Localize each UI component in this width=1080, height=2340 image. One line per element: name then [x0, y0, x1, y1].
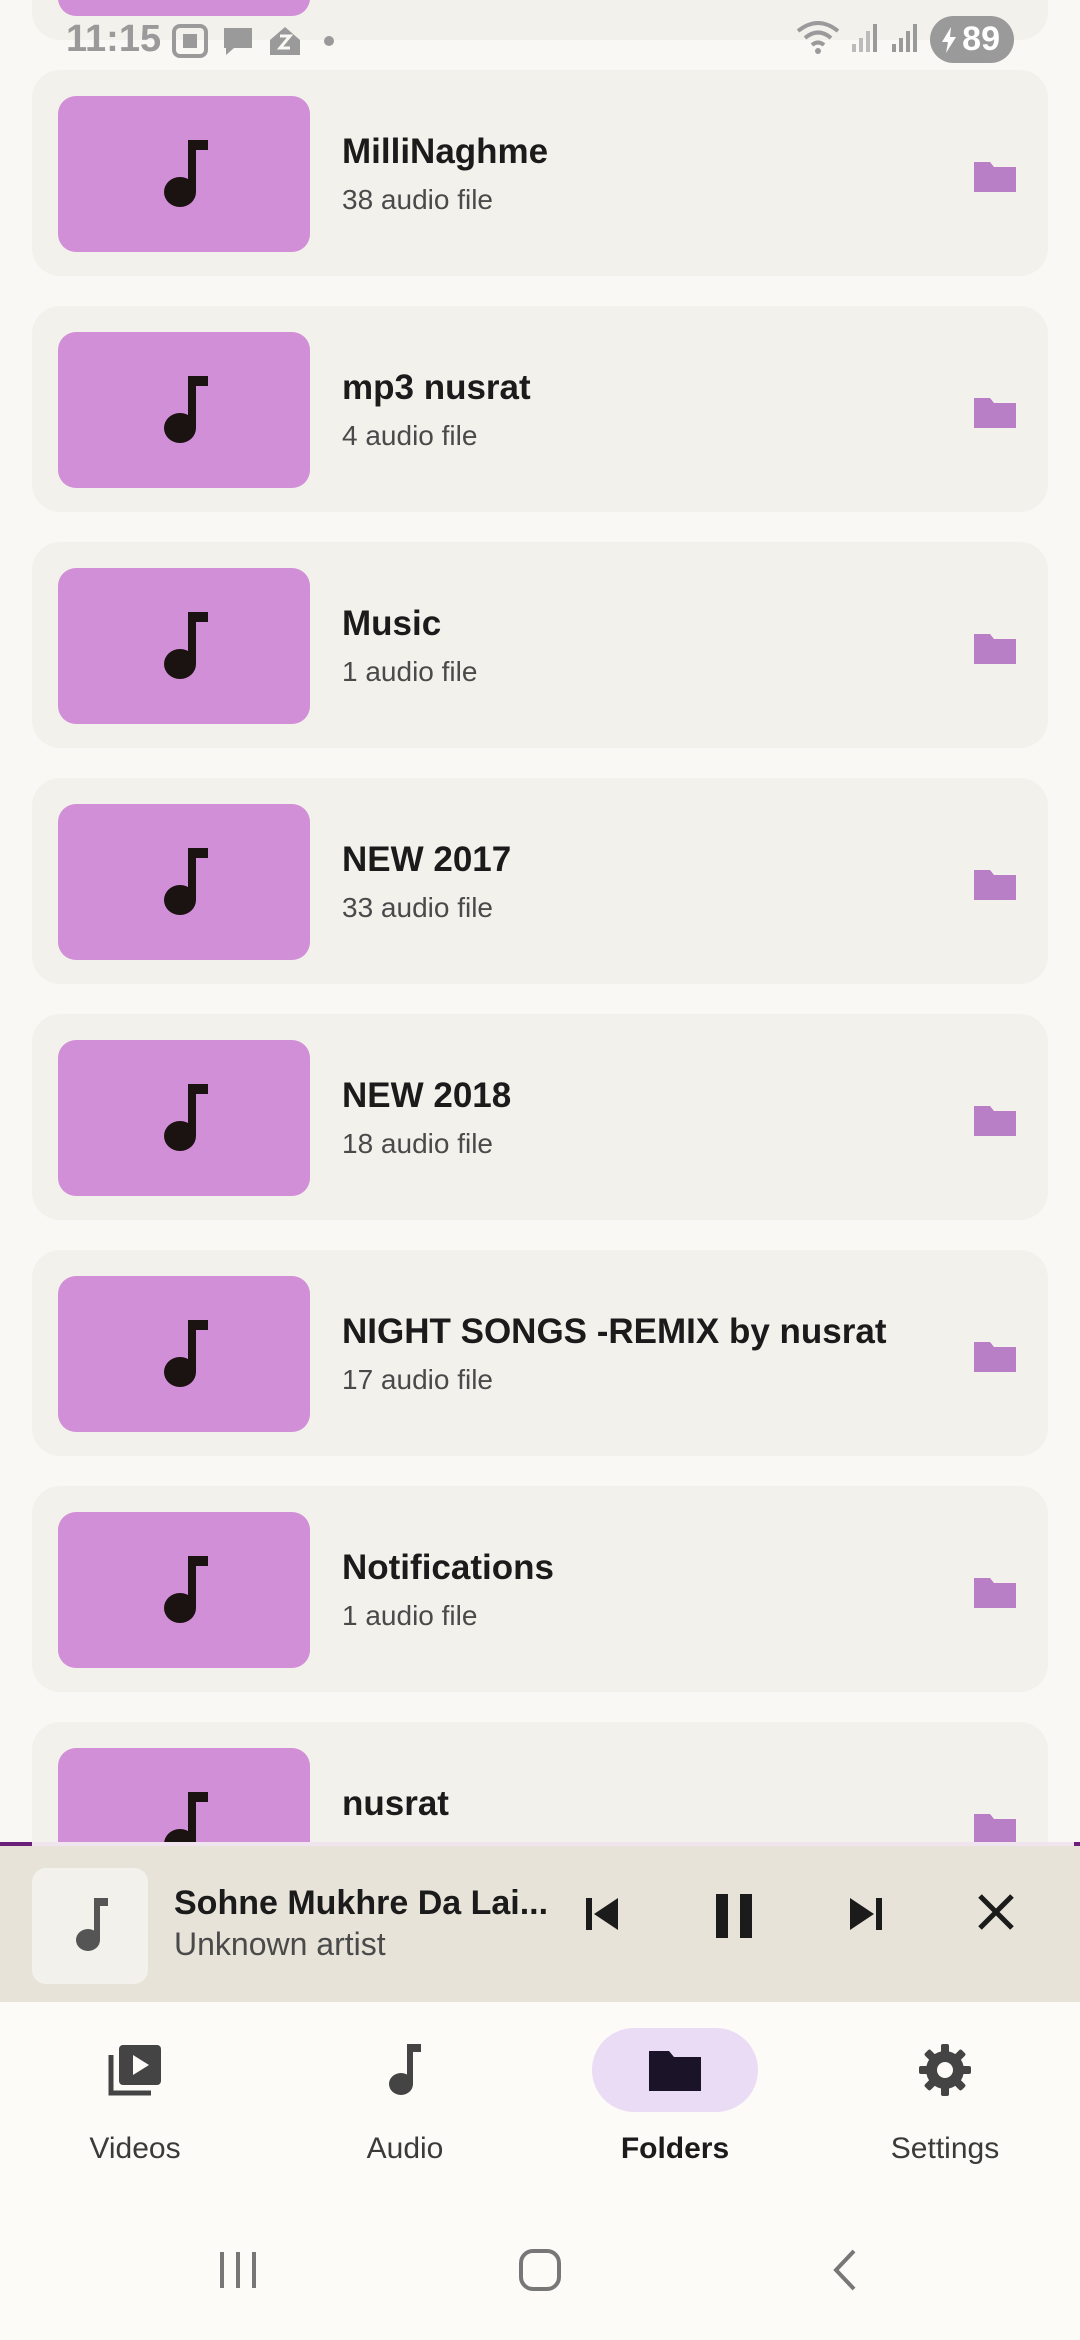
now-playing-artist: Unknown artist [174, 1926, 386, 1962]
recent-apps-button[interactable] [216, 2248, 260, 2297]
folder-thumbnail [58, 1276, 310, 1432]
next-button[interactable] [844, 1892, 888, 1941]
mini-player[interactable]: Sohne Mukhre Da Lai... Unknown artist [0, 1846, 1080, 2002]
folder-card-millinaghme[interactable]: MilliNaghme 38 audio file [32, 70, 1048, 276]
folder-card-music[interactable]: Music 1 audio file [32, 542, 1048, 748]
folder-icon [974, 398, 1016, 428]
folder-name: nusrat [342, 1784, 449, 1823]
folder-icon [974, 162, 1016, 192]
close-icon [978, 1894, 1014, 1930]
music-note-icon [164, 1556, 208, 1623]
folder-count: 33 audio file [342, 892, 494, 923]
signal-icon-2 [890, 20, 920, 59]
system-navigation-bar [0, 2212, 1080, 2340]
folder-card-nusrat[interactable]: nusrat [32, 1722, 1048, 1846]
now-playing-title: Sohne Mukhre Da Lai... [174, 1884, 549, 1922]
folder-count: 18 audio file [342, 1128, 494, 1159]
folder-card-notifications[interactable]: Notifications 1 audio file [32, 1486, 1048, 1692]
battery-indicator: 89 [930, 16, 1014, 63]
folder-thumbnail [58, 332, 310, 488]
back-button[interactable] [824, 2248, 868, 2297]
folder-name: mp3 nusrat [342, 368, 531, 407]
nav-label: Settings [890, 2132, 1000, 2165]
folder-count: 38 audio file [342, 184, 494, 215]
folder-name: NEW 2018 [342, 1076, 512, 1115]
folder-count: 1 audio file [342, 656, 478, 687]
folder-card-new-2018[interactable]: NEW 2018 18 audio file [32, 1014, 1048, 1220]
music-note-icon [164, 848, 208, 915]
back-icon [833, 2249, 856, 2291]
folder-name: NIGHT SONGS -REMIX by nusrat [342, 1312, 887, 1351]
recent-apps-icon [220, 2252, 256, 2288]
folder-icon [974, 1814, 1016, 1844]
music-note-icon [164, 376, 208, 443]
previous-button[interactable] [580, 1892, 624, 1941]
folder-thumbnail [58, 1512, 310, 1668]
home-icon [519, 2249, 561, 2291]
folder-thumbnail [58, 1040, 310, 1196]
folder-thumbnail [58, 1748, 310, 1846]
folder-icon [974, 1342, 1016, 1372]
battery-level: 89 [962, 20, 1000, 58]
signal-icon-1 [850, 20, 880, 59]
folder-thumbnail [58, 568, 310, 724]
nav-audio[interactable]: Audio [270, 2002, 540, 2212]
folder-name: Music [342, 604, 442, 643]
folder-count: 1 audio file [342, 1600, 478, 1631]
folder-card-new-2017[interactable]: NEW 2017 33 audio file [32, 778, 1048, 984]
close-player-button[interactable] [976, 1892, 1016, 1937]
skip-next-icon [850, 1898, 882, 1930]
music-note-icon [164, 612, 208, 679]
folder-list[interactable]: MilliNaghme 38 audio file mp3 nusrat 4 a… [32, 0, 1048, 1846]
gear-icon [862, 2028, 1028, 2112]
folder-icon [974, 1106, 1016, 1136]
nav-folders[interactable]: Folders [540, 2002, 810, 2212]
music-note-icon [164, 1320, 208, 1387]
folder-icon [974, 870, 1016, 900]
folder-thumbnail [58, 804, 310, 960]
folder-name: NEW 2017 [342, 840, 512, 879]
skip-previous-icon [586, 1898, 618, 1930]
music-note-icon [322, 2028, 488, 2112]
nav-videos[interactable]: Videos [0, 2002, 270, 2212]
wifi-icon [796, 19, 840, 60]
folder-card-mp3-nusrat[interactable]: mp3 nusrat 4 audio file [32, 306, 1048, 512]
folder-icon [974, 634, 1016, 664]
folder-name: Notifications [342, 1548, 554, 1587]
chat-icon [220, 24, 256, 63]
folder-count: 4 audio file [342, 420, 478, 451]
status-time: 11:15 [66, 18, 162, 60]
music-note-icon [164, 1792, 208, 1846]
folder-icon [592, 2028, 758, 2112]
home-button[interactable] [518, 2248, 562, 2297]
music-note-icon [164, 1084, 208, 1151]
nav-label: Folders [620, 2132, 730, 2165]
app-icon [266, 24, 304, 63]
now-playing-artwork [32, 1868, 148, 1984]
pause-button[interactable] [712, 1892, 756, 1945]
music-note-icon [76, 1898, 108, 1951]
folder-count: 17 audio file [342, 1364, 494, 1395]
screenshot-icon [172, 24, 208, 63]
folder-icon [974, 1578, 1016, 1608]
folder-name: MilliNaghme [342, 132, 549, 171]
pause-icon [716, 1894, 752, 1938]
video-library-icon [52, 2028, 218, 2112]
status-bar: 11:15 89 [0, 0, 1080, 84]
music-note-icon [164, 140, 208, 207]
nav-label: Videos [89, 2132, 181, 2165]
nav-label: Audio [366, 2132, 444, 2165]
nav-settings[interactable]: Settings [810, 2002, 1080, 2212]
bottom-navigation: Videos Audio Folders Settings [0, 2002, 1080, 2212]
folder-card-night-songs[interactable]: NIGHT SONGS -REMIX by nusrat 17 audio fi… [32, 1250, 1048, 1456]
more-notifications-dot [324, 36, 334, 46]
folder-thumbnail [58, 96, 310, 252]
